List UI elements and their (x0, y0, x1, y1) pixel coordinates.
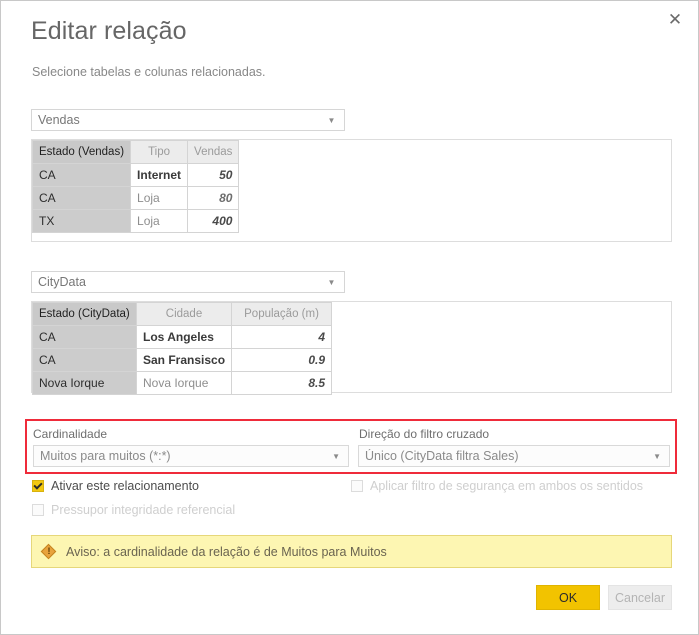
table-row: CA San Fransisco 0.9 (32, 348, 333, 372)
cross-filter-direction-select[interactable]: Único (CityData filtra Sales) ▼ (358, 445, 670, 467)
close-icon[interactable]: ✕ (658, 5, 692, 35)
column-header-cidade[interactable]: Cidade (135, 302, 233, 326)
chevron-down-icon: ▼ (653, 451, 661, 461)
warning-glyph: ! (47, 546, 51, 556)
column-header-estado[interactable]: Estado (Vendas) (31, 140, 132, 164)
cell-estado: CA (31, 186, 132, 210)
referential-integrity-checkbox: Pressupor integridade referencial (32, 503, 235, 517)
sales-table-select-value: Vendas (38, 113, 80, 127)
sales-preview-grid: Estado (Vendas) Tipo Vendas CA Internet … (31, 139, 672, 242)
cross-filter-direction-select-value: Único (CityData filtra Sales) (365, 449, 519, 463)
cell-tipo: Loja (130, 186, 189, 210)
city-preview-grid: Estado (CityData) Cidade População (m) C… (31, 301, 672, 395)
table-row: Nova Iorque Nova Iorque 8.5 (32, 371, 333, 395)
cell-cidade: Los Angeles (135, 325, 233, 349)
column-header-populacao[interactable]: População (m) (231, 302, 333, 326)
cell-populacao: 4 (231, 325, 333, 349)
sales-table: Estado (Vendas) Tipo Vendas CA Internet … (31, 140, 240, 233)
warning-icon: ! (40, 543, 57, 559)
chevron-down-icon: ▼ (327, 115, 336, 125)
cell-estado: CA (31, 163, 132, 187)
cell-vendas: 50 (187, 163, 240, 187)
referential-integrity-label: Pressupor integridade referencial (51, 503, 236, 517)
cell-cidade: Nova Iorque (135, 371, 233, 395)
cell-tipo: Internet (130, 163, 189, 187)
table-row: CA Loja 80 (31, 186, 240, 210)
cell-estado: CA (32, 348, 137, 372)
bidirectional-security-checkbox: Aplicar filtro de segurança em ambos os … (351, 479, 643, 493)
column-header-tipo[interactable]: Tipo (130, 140, 189, 164)
city-table-select[interactable]: CityData ▼ (31, 271, 345, 293)
cell-cidade: San Fransisco (135, 348, 233, 372)
cardinality-select[interactable]: Muitos para muitos (*:*) ▼ (33, 445, 349, 467)
column-header-vendas[interactable]: Vendas (187, 140, 240, 164)
cardinality-select-value: Muitos para muitos (*:*) (40, 449, 171, 463)
cell-tipo: Loja (130, 209, 189, 233)
table-header-row: Estado (CityData) Cidade População (m) (32, 302, 333, 326)
active-relationship-checkbox[interactable]: Ativar este relacionamento (32, 479, 199, 493)
cross-filter-direction-label: Direção do filtro cruzado (359, 427, 490, 441)
chevron-down-icon: ▼ (332, 451, 340, 461)
edit-relationship-dialog: ✕ Editar relação Selecione tabelas e col… (0, 0, 699, 635)
cancel-button[interactable]: Cancelar (608, 585, 672, 610)
city-table: Estado (CityData) Cidade População (m) C… (32, 302, 333, 395)
page-title: Editar relação (31, 17, 187, 45)
checkbox-checked-icon (32, 480, 44, 492)
table-header-row: Estado (Vendas) Tipo Vendas (31, 140, 240, 164)
page-subtitle: Selecione tabelas e colunas relacionadas… (32, 65, 266, 79)
cell-vendas: 80 (187, 186, 240, 210)
warning-text: Aviso: a cardinalidade da relação é de M… (66, 544, 387, 559)
table-row: TX Loja 400 (31, 209, 240, 233)
table-row: CA Internet 50 (31, 163, 240, 187)
cardinality-label: Cardinalidade (33, 427, 108, 441)
cell-estado: Nova Iorque (32, 371, 137, 395)
chevron-down-icon: ▼ (327, 277, 336, 287)
cell-populacao: 0.9 (231, 348, 333, 372)
cell-estado: CA (32, 325, 137, 349)
cell-estado: TX (31, 209, 132, 233)
ok-button[interactable]: OK (536, 585, 600, 610)
active-relationship-label: Ativar este relacionamento (51, 479, 199, 493)
checkbox-unchecked-icon (32, 504, 44, 516)
cell-vendas: 400 (187, 209, 240, 233)
bidirectional-security-label: Aplicar filtro de segurança em ambos os … (370, 479, 644, 493)
warning-banner: ! Aviso: a cardinalidade da relação é de… (31, 535, 672, 568)
column-header-estado-citydata[interactable]: Estado (CityData) (32, 302, 137, 326)
sales-table-select[interactable]: Vendas ▼ (31, 109, 345, 131)
table-row: CA Los Angeles 4 (32, 325, 333, 349)
checkbox-unchecked-icon (351, 480, 363, 492)
city-table-select-value: CityData (38, 275, 86, 289)
cell-populacao: 8.5 (231, 371, 333, 395)
